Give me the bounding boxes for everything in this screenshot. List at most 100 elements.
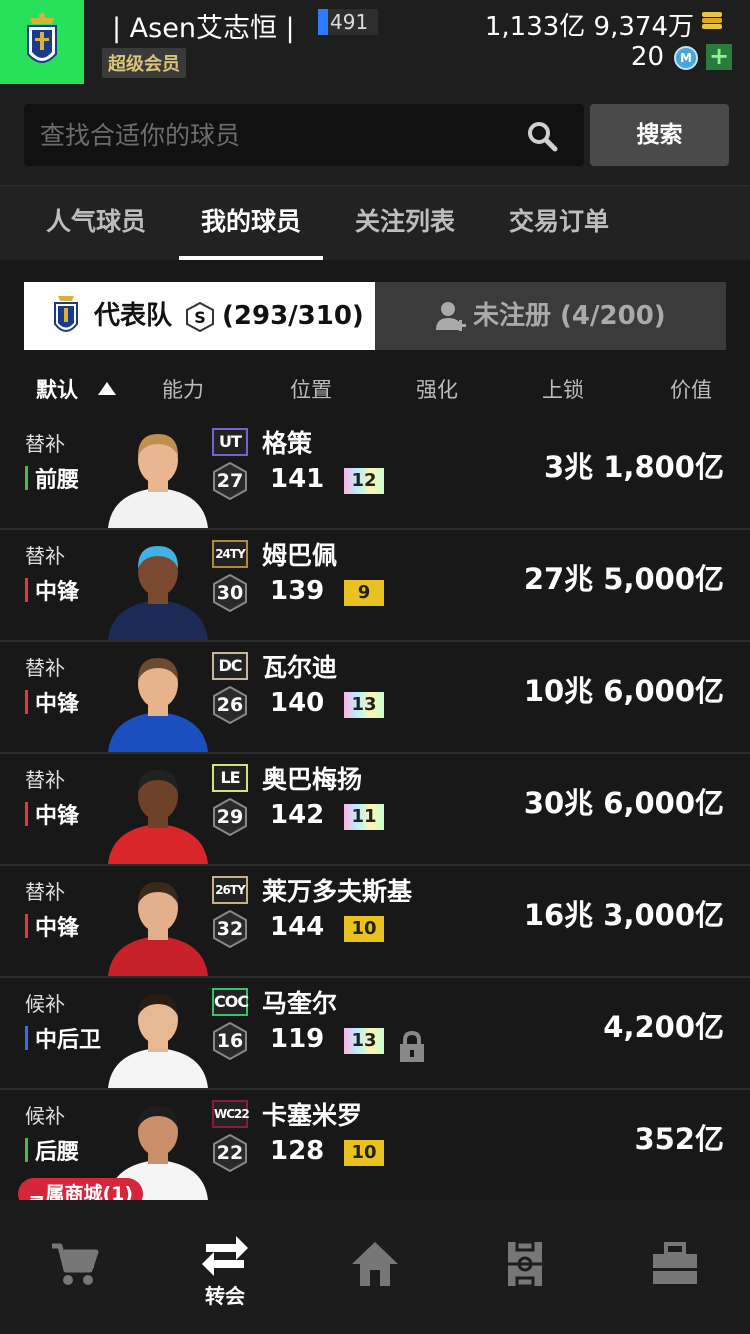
search-input[interactable] [40,104,510,166]
level-value: 491 [330,10,369,34]
player-row[interactable]: 替补 中锋 26TY 32 莱万多夫斯基 144 10 16兆 3,000亿 [0,866,750,978]
top-bar: | Asen艾志恒 | 491 超级会员 1,133亿 9,374万 20 M … [0,0,750,84]
squad-label: 代表队 [94,301,173,331]
grade-letter: S [194,308,206,327]
player-position: 中锋 [25,798,79,830]
sort-value[interactable]: 价值 [670,374,712,404]
tab-bar: 人气球员 我的球员 关注列表 交易订单 [0,186,750,260]
player-portrait [108,770,208,864]
search-button[interactable]: 搜索 [590,104,729,166]
player-rating: 144 [270,912,325,942]
player-value: 30兆 6,000亿 [523,786,724,820]
member-badge: 超级会员 [102,48,186,78]
enhance-level-badge: 11 [344,804,384,830]
player-name: 卡塞米罗 [262,1101,363,1130]
unregistered-label: 未注册 (4/200) [473,301,666,331]
enhance-level-badge: 10 [344,1140,384,1166]
player-rating: 141 [270,464,325,494]
tab-popular-players[interactable]: 人气球员 [24,186,168,260]
player-position: 中锋 [25,574,79,606]
player-role: 替补 [25,544,65,568]
player-row[interactable]: 候补 中后卫 COC 16 马奎尔 119 13 4,200亿 [0,978,750,1090]
player-value: 27兆 5,000亿 [523,562,724,596]
tab-trade-orders[interactable]: 交易订单 [487,186,631,260]
squad-count: (293/310) [222,301,364,331]
nav-club[interactable] [600,1200,750,1334]
player-portrait [108,882,208,976]
lock-icon [400,1030,424,1062]
player-value: 3兆 1,800亿 [543,450,724,484]
tab-watchlist[interactable]: 关注列表 [333,186,477,260]
sort-enhance[interactable]: 强化 [416,374,458,404]
sort-ability[interactable]: 能力 [162,374,204,404]
sort-header: 默认 能力 位置 强化 上锁 价值 [0,366,750,412]
sort-default[interactable]: 默认 [36,374,78,404]
season-badge: 24TY [212,540,248,568]
season-badge: DC [212,652,248,680]
mcoin-balance: 20 [630,42,664,72]
unregistered-button[interactable]: 未注册 (4/200) [375,282,726,350]
club-crest[interactable] [0,0,84,84]
player-name: 莱万多夫斯基 [262,877,413,906]
bottom-nav: 转会 [0,1200,750,1334]
sort-lock[interactable]: 上锁 [542,374,584,404]
briefcase-icon [653,1242,697,1284]
level-bar [318,9,328,35]
player-value: 10兆 6,000亿 [523,674,724,708]
player-position: 前腰 [25,462,79,494]
nav-squad[interactable] [450,1200,600,1334]
player-row[interactable]: 替补 中锋 LE 29 奥巴梅扬 142 11 30兆 6,000亿 [0,754,750,866]
player-portrait [108,994,208,1088]
sort-position[interactable]: 位置 [290,374,332,404]
cart-icon [52,1243,99,1285]
crest-icon [27,13,57,63]
player-overall-grade: 27 [216,470,244,492]
nav-transfer[interactable]: 转会 [150,1200,300,1334]
player-role: 候补 [25,1104,65,1128]
level-indicator: 491 [318,9,378,35]
player-rating: 142 [270,800,325,830]
club-crest-icon [54,296,78,332]
grade-s-icon: S [186,302,214,332]
player-role: 替补 [25,432,65,456]
nav-shop[interactable] [0,1200,150,1334]
sort-ascending-icon[interactable] [98,382,116,395]
search-area: 搜索 [0,84,750,186]
player-name: 马奎尔 [262,989,338,1018]
coin-stack-icon [702,12,722,29]
tab-my-players[interactable]: 我的球员 [179,186,323,260]
player-rating: 119 [270,1024,325,1054]
player-row[interactable]: 替补 前腰 UT 27 格策 141 12 3兆 1,800亿 [0,418,750,530]
player-overall-grade: 26 [216,694,244,716]
mcoin-icon: M [674,46,698,70]
nav-home[interactable] [300,1200,450,1334]
player-role: 替补 [25,656,65,680]
add-mcoin-button[interactable]: + [706,44,732,70]
username: | Asen艾志恒 | [112,13,295,44]
player-overall-grade: 16 [216,1030,244,1052]
player-row[interactable]: 替补 中锋 DC 26 瓦尔迪 140 13 10兆 6,000亿 [0,642,750,754]
player-name: 姆巴佩 [262,541,338,570]
player-portrait [108,546,208,640]
search-icon[interactable] [526,120,558,152]
squad-toggle: 代表队 S (293/310) 未注册 (4/200) [24,282,726,350]
enhance-level-badge: 9 [344,580,384,606]
player-rating: 128 [270,1136,325,1166]
enhance-level-badge: 13 [344,692,384,718]
player-name: 奥巴梅扬 [262,765,363,794]
player-portrait [108,434,208,528]
season-badge: COC [212,988,249,1016]
search-field [24,104,584,166]
player-overall-grade: 32 [216,918,244,940]
add-person-icon [436,302,466,331]
pitch-icon [508,1240,542,1288]
squad-button[interactable]: 代表队 S (293/310) [24,282,375,350]
player-overall-grade: 22 [216,1142,244,1164]
nav-transfer-label: 转会 [205,1284,245,1308]
coin-balance: 1,133亿 9,374万 [484,12,694,42]
player-value: 352亿 [634,1122,724,1156]
player-row[interactable]: 替补 中锋 24TY 30 姆巴佩 139 9 27兆 5,000亿 [0,530,750,642]
player-position: 后腰 [25,1134,79,1166]
player-overall-grade: 30 [216,582,244,604]
transfer-icon [202,1236,248,1276]
